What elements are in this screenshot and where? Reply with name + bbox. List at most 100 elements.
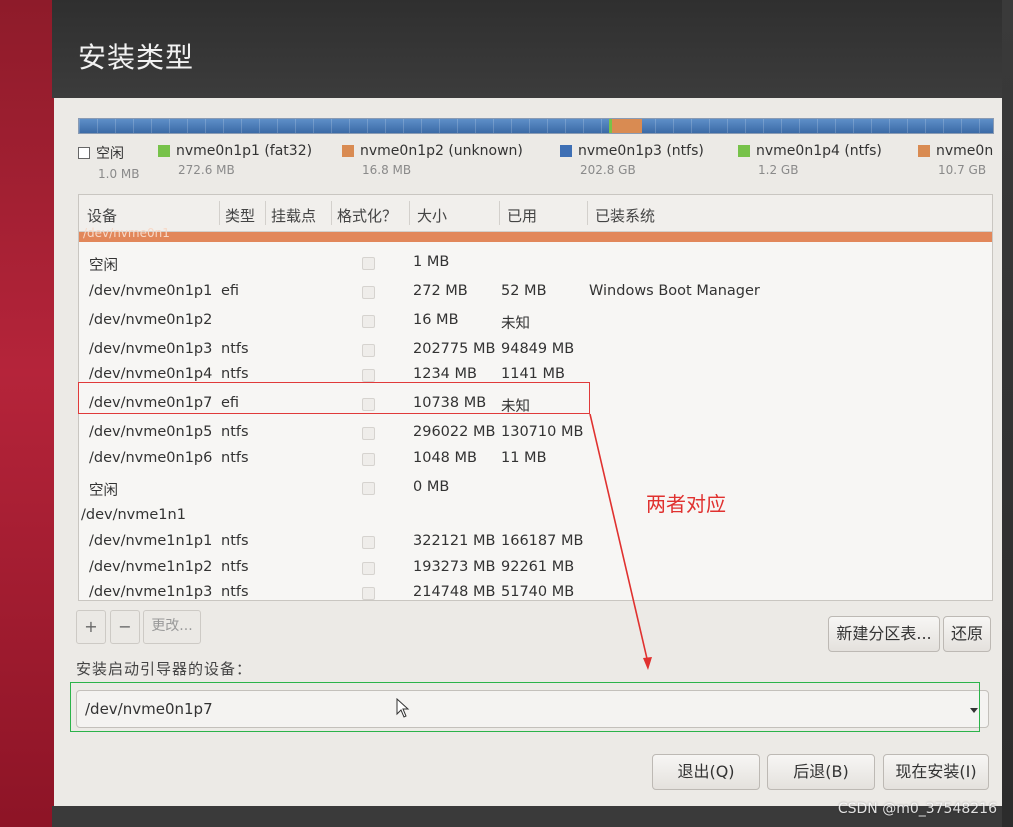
- group-header-nvme0n1: /dev/nvme0n1: [79, 226, 992, 242]
- cell-size: 1048 MB: [413, 450, 477, 466]
- cell-type: ntfs: [221, 341, 249, 357]
- cell-size: 16 MB: [413, 312, 459, 328]
- cell-device: /dev/nvme1n1p1: [89, 533, 213, 549]
- cell-size: 272 MB: [413, 283, 468, 299]
- revert-button[interactable]: 还原: [943, 616, 991, 652]
- col-header-format[interactable]: 格式化？: [337, 205, 397, 226]
- table-row[interactable]: /dev/nvme0n1p1 efi 272 MB 52 MB Windows Boot…: [79, 279, 992, 305]
- quit-button[interactable]: 退出(Q): [652, 754, 760, 790]
- table-row[interactable]: /dev/nvme1n1: [79, 503, 992, 529]
- cell-device: /dev/nvme0n1p2: [89, 312, 213, 328]
- legend-item: nvme0n1p3 (ntfs) 202.8 GB: [560, 143, 704, 177]
- cell-used: 52 MB: [501, 283, 547, 299]
- watermark: CSDN @m0_37548216: [837, 801, 997, 817]
- table-row[interactable]: /dev/nvme0n1p2 16 MB 未知: [79, 308, 992, 334]
- desktop-background-left: [0, 0, 58, 827]
- add-partition-button[interactable]: +: [76, 610, 106, 644]
- cell-device: /dev/nvme0n1p6: [89, 450, 213, 466]
- partition-legend: 空闲 1.0 MB nvme0n1p1 (fat32) 272.6 MB nvm…: [78, 143, 996, 185]
- table-row[interactable]: 空闲 1 MB: [79, 250, 992, 276]
- table-row[interactable]: /dev/nvme1n1p1 ntfs 322121 MB 166187 MB: [79, 529, 992, 555]
- col-header-size[interactable]: 大小: [417, 205, 447, 226]
- format-checkbox[interactable]: [362, 562, 375, 575]
- remove-partition-button[interactable]: −: [110, 610, 140, 644]
- legend-label: 空闲: [96, 146, 124, 162]
- legend-swatch: [78, 147, 90, 159]
- legend-item: nvme0n1p2 (unknown) 16.8 MB: [342, 143, 523, 177]
- table-row[interactable]: /dev/nvme0n1p3 ntfs 202775 MB 94849 MB: [79, 337, 992, 363]
- format-checkbox[interactable]: [362, 286, 375, 299]
- col-header-used[interactable]: 已用: [507, 205, 537, 226]
- table-row[interactable]: 空闲 0 MB: [79, 475, 992, 501]
- cell-used: 11 MB: [501, 450, 547, 466]
- legend-label: nvme0n: [936, 143, 994, 159]
- partition-bar: [78, 118, 994, 134]
- format-checkbox[interactable]: [362, 315, 375, 328]
- cell-size: 1 MB: [413, 254, 450, 270]
- annotation-text: 两者对应: [646, 492, 726, 516]
- col-header-system[interactable]: 已装系统: [595, 205, 655, 226]
- legend-swatch: [560, 145, 572, 157]
- legend-label: nvme0n1p4 (ntfs): [756, 143, 882, 159]
- cell-type: ntfs: [221, 533, 249, 549]
- legend-item: nvme0n1p1 (fat32) 272.6 MB: [158, 143, 312, 177]
- cell-device: 空闲: [89, 258, 118, 274]
- cell-device: /dev/nvme1n1p2: [89, 559, 213, 575]
- annotation-red-box: [78, 382, 590, 414]
- col-header-type[interactable]: 类型: [225, 205, 255, 226]
- table-row[interactable]: /dev/nvme0n1p6 ntfs 1048 MB 11 MB: [79, 446, 992, 472]
- cell-size: 296022 MB: [413, 424, 496, 440]
- cell-device: /dev/nvme1n1p3: [89, 584, 213, 600]
- legend-swatch: [918, 145, 930, 157]
- legend-size: 1.0 MB: [98, 167, 140, 181]
- annotation-green-box: [70, 682, 980, 732]
- col-header-device[interactable]: 设备: [87, 205, 117, 226]
- cell-size: 214748 MB: [413, 584, 496, 600]
- installer-dialog: 空闲 1.0 MB nvme0n1p1 (fat32) 272.6 MB nvm…: [54, 98, 1002, 806]
- window-titlebar: 安装类型: [52, 0, 1002, 98]
- cell-device: /dev/nvme0n1p3: [89, 341, 213, 357]
- cell-size: 193273 MB: [413, 559, 496, 575]
- cell-type: ntfs: [221, 584, 249, 600]
- col-header-mount[interactable]: 挂载点: [271, 205, 316, 226]
- legend-size: 10.7 GB: [938, 163, 987, 177]
- legend-size: 1.2 GB: [758, 163, 799, 177]
- cell-device: /dev/nvme0n1p4: [89, 366, 213, 382]
- legend-item: 空闲 1.0 MB: [78, 143, 139, 181]
- cell-type: efi: [221, 283, 240, 299]
- cell-device: /dev/nvme1n1: [81, 507, 186, 523]
- format-checkbox[interactable]: [362, 482, 375, 495]
- cell-used: 130710 MB: [501, 424, 584, 440]
- cell-device: 空闲: [89, 483, 118, 499]
- cell-size: 202775 MB: [413, 341, 496, 357]
- format-checkbox[interactable]: [362, 536, 375, 549]
- table-row[interactable]: /dev/nvme1n1p2 ntfs 193273 MB 92261 MB: [79, 555, 992, 581]
- format-checkbox[interactable]: [362, 257, 375, 270]
- cell-used: 92261 MB: [501, 559, 575, 575]
- window-title: 安装类型: [78, 41, 195, 74]
- legend-label: nvme0n1p1 (fat32): [176, 143, 313, 159]
- mouse-cursor-icon: [396, 698, 410, 718]
- install-now-button[interactable]: 现在安装(I): [883, 754, 989, 790]
- cell-size: 1234 MB: [413, 366, 477, 382]
- cell-used: 51740 MB: [501, 584, 575, 600]
- format-checkbox[interactable]: [362, 453, 375, 466]
- format-checkbox[interactable]: [362, 344, 375, 357]
- format-checkbox[interactable]: [362, 369, 375, 382]
- boot-device-label: 安装启动引导器的设备：: [76, 660, 253, 678]
- back-button[interactable]: 后退(B): [767, 754, 875, 790]
- legend-size: 202.8 GB: [580, 163, 636, 177]
- change-partition-button[interactable]: 更改...: [143, 610, 201, 644]
- format-checkbox[interactable]: [362, 427, 375, 440]
- table-header: 设备 类型 挂载点 格式化？ 大小 已用 已装系统: [79, 195, 992, 232]
- table-row[interactable]: /dev/nvme1n1p3 ntfs 214748 MB 51740 MB: [79, 580, 992, 600]
- legend-size: 16.8 MB: [362, 163, 412, 177]
- legend-size: 272.6 MB: [178, 163, 235, 177]
- cell-used: 未知: [501, 316, 530, 332]
- table-row[interactable]: /dev/nvme0n1p5 ntfs 296022 MB 130710 MB: [79, 420, 992, 446]
- cell-type: ntfs: [221, 424, 249, 440]
- new-partition-table-button[interactable]: 新建分区表...: [828, 616, 940, 652]
- format-checkbox[interactable]: [362, 587, 375, 600]
- cell-device: /dev/nvme0n1p1: [89, 283, 213, 299]
- legend-item: nvme0n 10.7 GB: [918, 143, 993, 177]
